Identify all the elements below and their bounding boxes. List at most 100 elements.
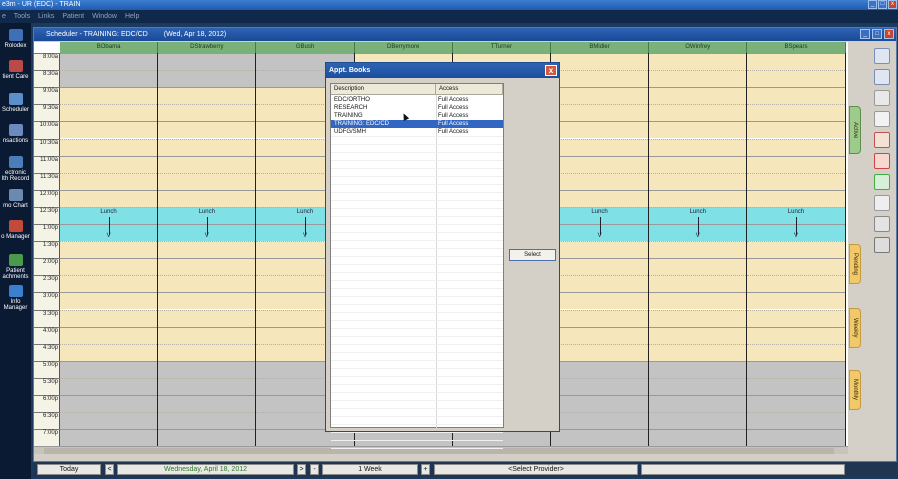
time-slot[interactable] [158, 343, 256, 361]
time-slot[interactable] [551, 412, 649, 430]
time-slot[interactable] [649, 104, 747, 122]
time-slot[interactable] [747, 241, 845, 259]
time-slot[interactable] [747, 87, 845, 105]
time-slot[interactable] [158, 138, 256, 156]
tab-active[interactable]: Active [849, 106, 861, 154]
time-slot[interactable] [551, 189, 649, 207]
time-slot[interactable] [60, 155, 158, 173]
time-slot[interactable] [158, 412, 256, 430]
time-slot[interactable] [60, 172, 158, 190]
nav-item-rolodex[interactable]: Rolodex [0, 29, 31, 49]
close-button[interactable]: x [888, 0, 897, 9]
list-item[interactable]: UDFG/SMH Full Access [331, 128, 503, 136]
menu-tools[interactable]: Tools [14, 13, 30, 20]
list-item[interactable]: TRAINING: EDC/CD Full Access [331, 120, 503, 128]
time-slot[interactable] [60, 343, 158, 361]
time-slot[interactable] [649, 121, 747, 139]
provider-header[interactable]: BSpears [747, 42, 846, 53]
time-slot[interactable] [551, 241, 649, 259]
document-icon[interactable] [874, 111, 890, 127]
note-icon[interactable] [874, 132, 890, 148]
scheduler-close-button[interactable]: x [884, 29, 894, 39]
time-slot[interactable] [747, 360, 845, 378]
time-slot[interactable] [649, 258, 747, 276]
time-slot[interactable] [158, 429, 256, 447]
time-slot[interactable] [649, 360, 747, 378]
time-slot[interactable] [747, 275, 845, 293]
time-slot[interactable] [747, 377, 845, 395]
time-slot[interactable] [649, 53, 747, 71]
time-slot[interactable] [747, 258, 845, 276]
tools-icon[interactable] [874, 237, 890, 253]
time-slot[interactable] [551, 258, 649, 276]
time-slot[interactable] [551, 292, 649, 310]
time-slot[interactable] [551, 360, 649, 378]
time-slot[interactable] [60, 138, 158, 156]
provider-header[interactable]: GBush [256, 42, 355, 53]
time-slot[interactable] [60, 104, 158, 122]
time-slot[interactable] [158, 258, 256, 276]
clock-icon[interactable] [874, 174, 890, 190]
time-slot[interactable] [60, 189, 158, 207]
pencil-icon[interactable] [874, 90, 890, 106]
time-slot[interactable] [551, 377, 649, 395]
time-slot[interactable] [747, 309, 845, 327]
menu-links[interactable]: Links [38, 13, 54, 20]
time-slot[interactable] [551, 121, 649, 139]
time-slot[interactable] [649, 326, 747, 344]
column-header-access[interactable]: Access [436, 84, 503, 95]
time-slot[interactable] [551, 87, 649, 105]
time-slot[interactable] [158, 360, 256, 378]
time-slot[interactable] [649, 429, 747, 447]
list-item[interactable]: TRAINING Full Access [331, 112, 503, 120]
time-slot[interactable] [60, 429, 158, 447]
print-icon[interactable] [874, 216, 890, 232]
time-slot[interactable] [60, 87, 158, 105]
time-slot[interactable] [551, 309, 649, 327]
provider-header[interactable]: BMidler [551, 42, 650, 53]
tab-weekly[interactable]: Weekly [849, 308, 861, 348]
nav-item-info-manager[interactable]: Info Manager [0, 285, 31, 311]
time-slot[interactable] [649, 309, 747, 327]
select-provider-button[interactable]: <Select Provider> [434, 464, 638, 475]
list-item[interactable]: EDC/ORTHO Full Access [331, 96, 503, 104]
time-slot[interactable] [60, 377, 158, 395]
patient-icon[interactable] [874, 48, 890, 64]
nav-item-memo-chart[interactable]: mo Chart [0, 189, 31, 209]
next-day-button[interactable]: > [297, 464, 306, 475]
tab-pending[interactable]: Pending [849, 244, 861, 284]
list-item[interactable]: RESEARCH Full Access [331, 104, 503, 112]
column-header-description[interactable]: Description [331, 84, 436, 95]
provider-header[interactable]: DStrawberry [158, 42, 257, 53]
zoom-out-button[interactable]: - [310, 464, 319, 475]
time-slot[interactable] [158, 326, 256, 344]
time-slot[interactable] [649, 275, 747, 293]
minimize-button[interactable]: _ [868, 0, 877, 9]
time-slot[interactable] [551, 429, 649, 447]
nav-item-patient-attachments[interactable]: Patient achments [0, 254, 31, 280]
time-slot[interactable] [551, 138, 649, 156]
time-slot[interactable] [158, 189, 256, 207]
time-slot[interactable] [158, 377, 256, 395]
time-slot[interactable] [60, 70, 158, 88]
time-slot[interactable] [60, 292, 158, 310]
time-slot[interactable] [551, 70, 649, 88]
time-slot[interactable] [158, 241, 256, 259]
dialog-close-button[interactable]: x [545, 65, 557, 76]
time-slot[interactable] [158, 292, 256, 310]
time-slot[interactable] [649, 241, 747, 259]
menu-help[interactable]: Help [125, 13, 139, 20]
time-slot[interactable] [60, 275, 158, 293]
provider-header[interactable]: BObama [60, 42, 159, 53]
time-slot[interactable] [551, 53, 649, 71]
time-slot[interactable] [551, 104, 649, 122]
time-slot[interactable] [60, 360, 158, 378]
time-slot[interactable] [747, 138, 845, 156]
time-slot[interactable] [551, 343, 649, 361]
time-slot[interactable] [649, 377, 747, 395]
appointment-icon[interactable] [874, 69, 890, 85]
time-slot[interactable] [60, 412, 158, 430]
appt-books-list[interactable]: Description Access EDC/ORTHO Full Access R… [330, 83, 504, 449]
time-slot[interactable] [649, 395, 747, 413]
menu-window[interactable]: Window [92, 13, 117, 20]
